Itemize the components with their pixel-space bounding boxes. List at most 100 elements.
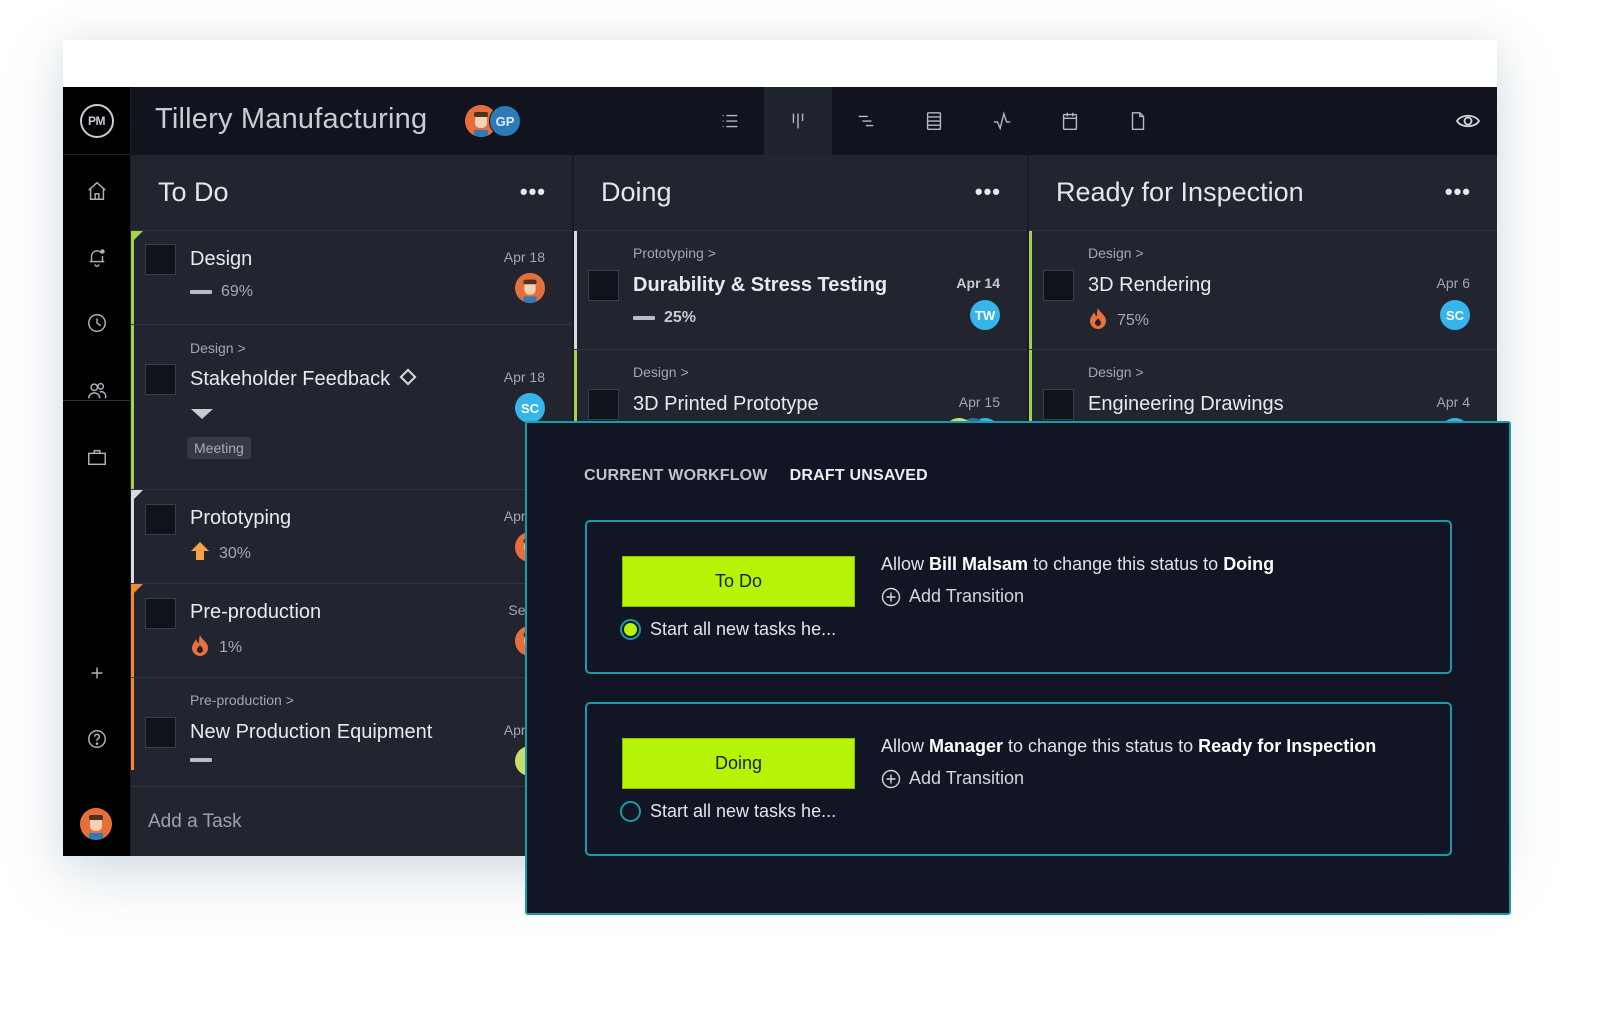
rule-actor[interactable]: Manager	[929, 736, 1003, 756]
task-name[interactable]: Design	[190, 248, 252, 271]
task-breadcrumb[interactable]: Design >	[633, 364, 689, 380]
task-checkbox[interactable]	[145, 717, 176, 748]
progress-value: 69%	[221, 283, 254, 300]
task-checkbox[interactable]	[588, 389, 619, 420]
flame-icon	[190, 634, 219, 661]
task-card[interactable]: Pre-production 1% Sep 1	[131, 584, 572, 678]
team-icon[interactable]	[63, 371, 131, 411]
task-progress: 1%	[190, 634, 242, 661]
briefcase-icon[interactable]	[63, 437, 131, 477]
flame-icon	[1088, 307, 1117, 334]
column-header: Ready for Inspection •••	[1029, 155, 1497, 231]
start-here-radio[interactable]	[620, 801, 641, 822]
task-checkbox[interactable]	[145, 598, 176, 629]
column-menu-button[interactable]: •••	[520, 179, 546, 205]
assignee-avatar[interactable]	[515, 273, 545, 303]
task-due-date: Apr 18	[503, 249, 545, 265]
task-due-date: Apr 18	[503, 369, 545, 385]
task-breadcrumb[interactable]: Design >	[1088, 364, 1144, 380]
column-menu-button[interactable]: •••	[975, 179, 1001, 205]
rule-target[interactable]: Ready for Inspection	[1198, 736, 1376, 756]
task-card[interactable]: Prototyping 30% Apr 20	[131, 490, 572, 584]
rule-actor[interactable]: Bill Malsam	[929, 554, 1028, 574]
list-icon	[722, 114, 738, 128]
task-color-stripe	[1029, 231, 1032, 349]
task-name[interactable]: Stakeholder Feedback	[190, 368, 417, 391]
task-checkbox[interactable]	[145, 504, 176, 535]
task-checkbox[interactable]	[1043, 270, 1074, 301]
task-name[interactable]: Engineering Drawings	[1088, 393, 1284, 416]
assignee-avatar[interactable]: TW	[970, 300, 1000, 330]
start-tasks-here-option[interactable]: Start all new tasks he...	[620, 801, 836, 822]
tab-draft-unsaved[interactable]: DRAFT UNSAVED	[790, 467, 928, 485]
add-icon[interactable]	[63, 653, 131, 693]
task-color-stripe	[131, 678, 134, 770]
add-task-row[interactable]: Add a Task	[131, 786, 572, 856]
task-card[interactable]: Design 69% Apr 18	[131, 231, 572, 325]
task-tag[interactable]: Meeting	[187, 437, 251, 459]
user-avatar[interactable]	[80, 808, 112, 840]
files-view-tab[interactable]	[1104, 87, 1172, 155]
column-menu-button[interactable]: •••	[1445, 179, 1471, 205]
task-checkbox[interactable]	[145, 364, 176, 395]
task-due-date: Apr 15	[958, 394, 1000, 410]
calendar-view-tab[interactable]	[1036, 87, 1104, 155]
home-icon[interactable]	[63, 171, 131, 211]
assignee-avatar[interactable]: SC	[1440, 300, 1470, 330]
workflow-editor-panel: CURRENT WORKFLOW DRAFT UNSAVED To Do Sta…	[525, 421, 1511, 915]
task-due-date: Apr 14	[956, 275, 1000, 291]
task-card[interactable]: Pre-production > New Production Equipmen…	[131, 678, 572, 776]
task-card[interactable]: Prototyping > Durability & Stress Testin…	[574, 231, 1027, 350]
task-breadcrumb[interactable]: Prototyping >	[633, 245, 716, 261]
list-view-tab[interactable]	[696, 87, 764, 155]
task-name[interactable]: Prototyping	[190, 507, 291, 530]
start-tasks-here-option[interactable]: Start all new tasks he...	[620, 619, 836, 640]
task-color-stripe	[131, 231, 134, 324]
board-view-tab[interactable]	[764, 87, 832, 155]
column-title: Doing	[601, 177, 672, 207]
task-card[interactable]: Design > 3D Rendering 75% Apr 6 SC	[1029, 231, 1497, 350]
task-name[interactable]: Durability & Stress Testing	[633, 274, 887, 297]
watch-button[interactable]	[1453, 107, 1483, 135]
task-breadcrumb[interactable]: Design >	[1088, 245, 1144, 261]
task-checkbox[interactable]	[1043, 389, 1074, 420]
member-avatar-gp[interactable]: GP	[489, 105, 521, 137]
sheet-view-tab[interactable]	[900, 87, 968, 155]
project-members[interactable]: GP	[465, 104, 525, 138]
start-here-radio[interactable]	[620, 619, 641, 640]
help-icon[interactable]	[63, 719, 131, 759]
gantt-view-tab[interactable]	[832, 87, 900, 155]
expand-caret-icon[interactable]	[191, 409, 213, 419]
start-here-label: Start all new tasks he...	[650, 801, 837, 821]
task-breadcrumb[interactable]: Design >	[190, 340, 246, 356]
assignee-avatar[interactable]: SC	[515, 393, 545, 423]
task-name[interactable]: 3D Rendering	[1088, 274, 1211, 297]
workflow-status-card: To Do Start all new tasks he... Allow Bi…	[585, 520, 1452, 674]
task-name[interactable]: New Production Equipment	[190, 721, 432, 744]
rule-prefix: Allow	[881, 554, 930, 574]
pm-logo[interactable]: PM	[79, 103, 114, 138]
task-name[interactable]: Pre-production	[190, 601, 321, 624]
task-progress: 75%	[1088, 307, 1149, 334]
status-button-doing[interactable]: Doing	[622, 738, 855, 789]
board-icon	[792, 113, 804, 129]
transition-rule: Allow Bill Malsam to change this status …	[881, 554, 1274, 575]
task-name[interactable]: 3D Printed Prototype	[633, 393, 819, 416]
progress-value: 30%	[219, 544, 252, 562]
add-transition-button[interactable]: Add Transition	[881, 768, 1024, 789]
task-breadcrumb[interactable]: Pre-production >	[190, 692, 294, 708]
notifications-icon[interactable]	[63, 237, 131, 277]
task-color-stripe	[574, 231, 577, 349]
rule-target[interactable]: Doing	[1223, 554, 1274, 574]
status-button-to-do[interactable]: To Do	[622, 556, 855, 607]
add-task-input[interactable]: Add a Task	[148, 811, 242, 833]
task-checkbox[interactable]	[145, 244, 176, 275]
clock-icon[interactable]	[63, 303, 131, 343]
task-card[interactable]: Design > Stakeholder Feedback Meeting Ap…	[131, 325, 572, 490]
dashboard-view-tab[interactable]	[968, 87, 1036, 155]
add-transition-button[interactable]: Add Transition	[881, 586, 1024, 607]
progress-dash-icon	[190, 290, 212, 294]
workflow-status-card: Doing Start all new tasks he... Allow Ma…	[585, 702, 1452, 856]
task-checkbox[interactable]	[588, 270, 619, 301]
tab-current-workflow[interactable]: CURRENT WORKFLOW	[584, 467, 768, 485]
